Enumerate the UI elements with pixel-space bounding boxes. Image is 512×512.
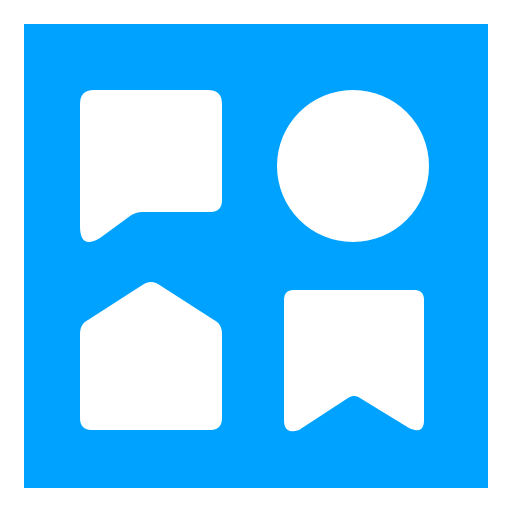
circle-icon [277,90,429,242]
chat-bubble-icon [80,90,222,242]
icon-canvas [0,0,512,512]
house-icon [80,282,222,430]
bookmark-icon [284,290,424,432]
